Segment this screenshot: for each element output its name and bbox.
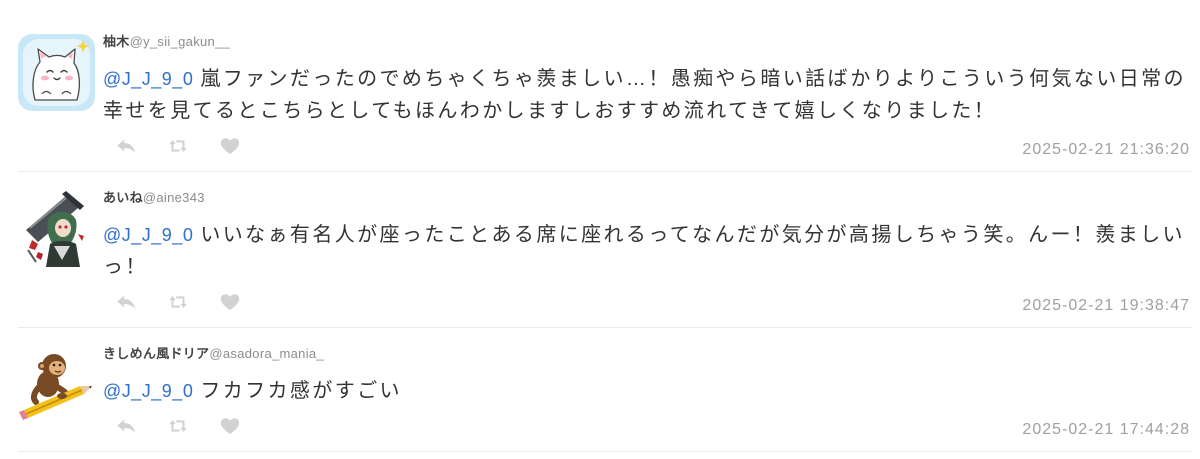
retweet-icon xyxy=(169,140,187,152)
reply-item: きしめん風ドリア@asadora_mania_ @J_J_9_0 フカフカ感がすご… xyxy=(18,328,1192,452)
mention-link[interactable]: @J_J_9_0 xyxy=(103,225,193,245)
like-button[interactable] xyxy=(219,291,241,313)
user-handle[interactable]: @aine343 xyxy=(143,190,205,205)
retweet-icon xyxy=(169,296,187,308)
reply-list: 柚木@y_sii_gakun__ @J_J_9_0 嵐ファンだったのでめちゃくちゃ… xyxy=(18,16,1192,452)
timestamp: 2025-02-21 21:36:20 xyxy=(1022,141,1190,158)
action-bar: 2025-02-21 21:36:20 xyxy=(103,131,1192,161)
reply-item: 柚木@y_sii_gakun__ @J_J_9_0 嵐ファンだったのでめちゃくちゃ… xyxy=(18,16,1192,172)
reply-icon xyxy=(117,295,135,309)
reply-text: @J_J_9_0 いいなぁ有名人が座ったことある席に座れるってなんだが気分が高揚し… xyxy=(103,219,1192,283)
action-bar: 2025-02-21 17:44:28 xyxy=(103,411,1192,441)
cat-avatar-image xyxy=(18,34,95,111)
display-name[interactable]: あいね xyxy=(103,190,143,205)
retweet-button[interactable] xyxy=(167,291,189,313)
monkey-avatar-image xyxy=(18,346,95,423)
like-button[interactable] xyxy=(219,415,241,437)
reply-header: 柚木@y_sii_gakun__ xyxy=(103,33,1192,51)
like-button[interactable] xyxy=(219,135,241,157)
avatar[interactable] xyxy=(18,190,95,267)
user-handle[interactable]: @y_sii_gakun__ xyxy=(130,34,231,49)
action-bar: 2025-02-21 19:38:47 xyxy=(103,287,1192,317)
retweet-button[interactable] xyxy=(167,415,189,437)
timestamp: 2025-02-21 17:44:28 xyxy=(1022,421,1190,438)
reply-body: いいなぁ有名人が座ったことある席に座れるってなんだが気分が高揚しちゃう笑。んー！… xyxy=(103,224,1185,278)
reply-body: 嵐ファンだったのでめちゃくちゃ羨ましい…！愚痴やら暗い話ばかりよりこういう何気な… xyxy=(103,68,1186,122)
timestamp: 2025-02-21 19:38:47 xyxy=(1022,297,1190,314)
reply-icon xyxy=(117,139,135,153)
reply-text: @J_J_9_0 フカフカ感がすごい xyxy=(103,375,1192,407)
reply-item: あいね@aine343 @J_J_9_0 いいなぁ有名人が座ったことある席に座れる… xyxy=(18,172,1192,328)
heart-icon xyxy=(220,138,240,155)
reply-body: フカフカ感がすごい xyxy=(200,380,402,402)
user-handle[interactable]: @asadora_mania_ xyxy=(209,346,324,361)
retweet-icon xyxy=(169,420,187,432)
heart-icon xyxy=(220,418,240,435)
anime-character-avatar-image xyxy=(18,190,95,267)
reply-button[interactable] xyxy=(115,415,137,437)
avatar[interactable] xyxy=(18,346,95,423)
reply-icon xyxy=(117,419,135,433)
avatar[interactable] xyxy=(18,34,95,111)
heart-icon xyxy=(220,294,240,311)
reply-header: きしめん風ドリア@asadora_mania_ xyxy=(103,345,1192,363)
display-name[interactable]: きしめん風ドリア xyxy=(103,346,209,361)
reply-button[interactable] xyxy=(115,291,137,313)
retweet-button[interactable] xyxy=(167,135,189,157)
mention-link[interactable]: @J_J_9_0 xyxy=(103,69,193,89)
reply-text: @J_J_9_0 嵐ファンだったのでめちゃくちゃ羨ましい…！愚痴やら暗い話ばかりよ… xyxy=(103,63,1192,127)
display-name[interactable]: 柚木 xyxy=(103,34,130,49)
mention-link[interactable]: @J_J_9_0 xyxy=(103,381,193,401)
reply-header: あいね@aine343 xyxy=(103,189,1192,207)
reply-button[interactable] xyxy=(115,135,137,157)
